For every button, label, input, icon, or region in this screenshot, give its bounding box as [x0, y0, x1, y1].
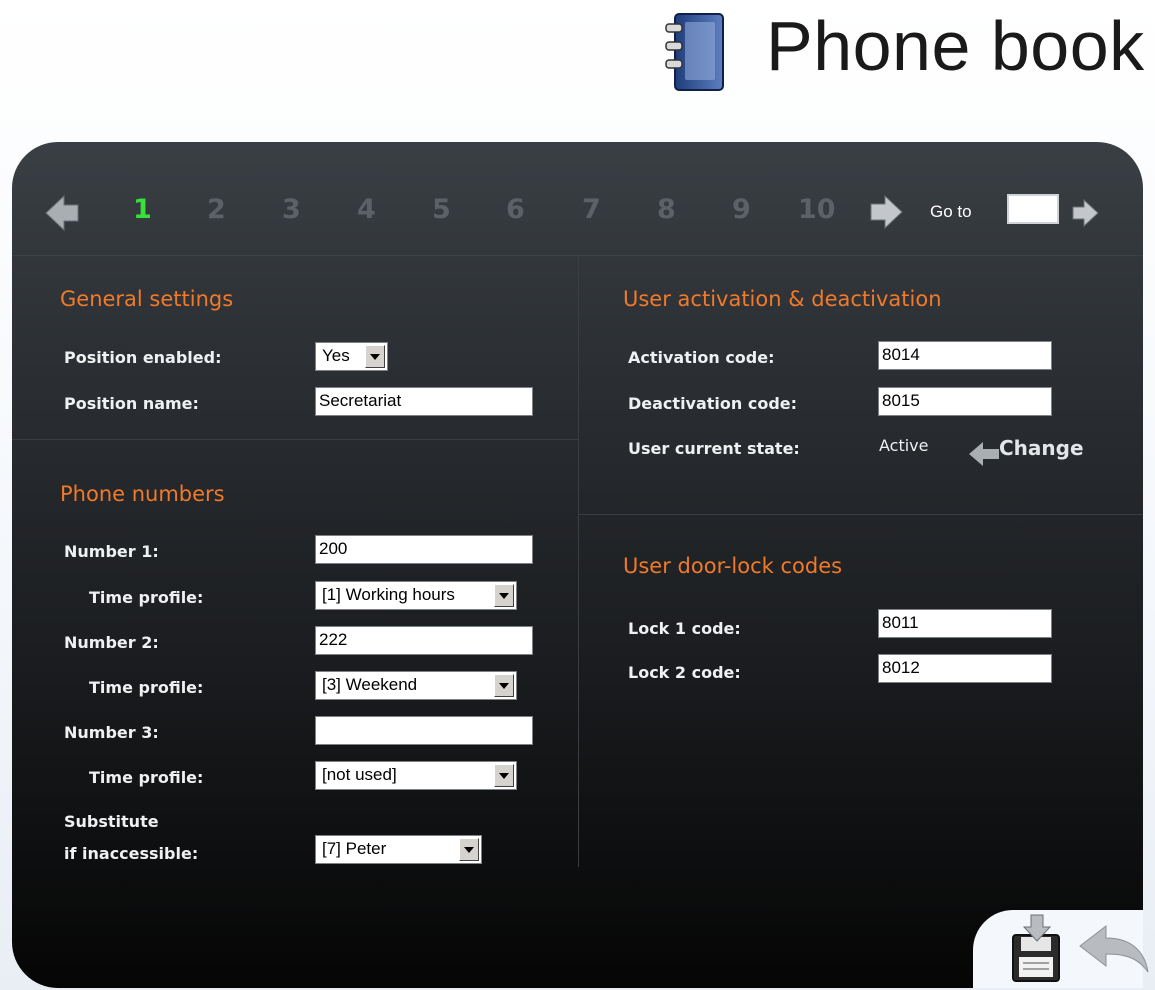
pagination-bar: 1 2 3 4 5 6 7 8 9 10 Go to [12, 142, 1143, 256]
chevron-down-icon[interactable] [494, 584, 514, 607]
time-profile3-label: Time profile: [89, 768, 204, 787]
number3-input[interactable] [315, 716, 533, 745]
back-arrow-icon[interactable] [1078, 922, 1150, 978]
change-state-button[interactable]: Change [967, 436, 1087, 470]
time-profile2-value: [3] Weekend [322, 675, 418, 694]
number1-label: Number 1: [64, 542, 159, 561]
save-icon[interactable] [1011, 913, 1063, 983]
number2-label: Number 2: [64, 633, 159, 652]
page-link-5[interactable]: 5 [432, 194, 451, 225]
time-profile1-select[interactable]: [1] Working hours [315, 581, 517, 610]
deactivation-code-input[interactable]: 8015 [878, 387, 1052, 416]
substitute-value: [7] Peter [322, 839, 387, 858]
lock1-input[interactable]: 8011 [878, 609, 1052, 638]
activation-code-input[interactable]: 8014 [878, 341, 1052, 370]
substitute-select[interactable]: [7] Peter [315, 835, 482, 864]
page-link-10[interactable]: 10 [798, 194, 836, 225]
change-arrow-icon [969, 442, 999, 466]
phone-numbers-title: Phone numbers [60, 482, 225, 506]
number1-input[interactable]: 200 [315, 535, 533, 564]
time-profile2-select[interactable]: [3] Weekend [315, 671, 517, 700]
page-link-3[interactable]: 3 [282, 194, 301, 225]
change-button-label: Change [999, 436, 1084, 460]
number3-label: Number 3: [64, 723, 159, 742]
main-panel: 1 2 3 4 5 6 7 8 9 10 Go to General setti… [12, 142, 1143, 988]
door-lock-title: User door-lock codes [623, 554, 843, 578]
next-page-arrow-icon[interactable] [868, 194, 904, 230]
phonebook-icon [665, 13, 724, 91]
number2-input[interactable]: 222 [315, 626, 533, 655]
section-divider-left [12, 439, 578, 440]
time-profile3-value: [not used] [322, 765, 397, 784]
page-link-7[interactable]: 7 [582, 194, 601, 225]
substitute-label-line1: Substitute [64, 812, 159, 831]
chevron-down-icon[interactable] [494, 764, 514, 787]
position-name-label: Position name: [64, 394, 199, 413]
current-state-label: User current state: [628, 439, 800, 458]
goto-label: Go to [930, 202, 972, 221]
goto-arrow-icon[interactable] [1070, 198, 1100, 228]
page-link-8[interactable]: 8 [657, 194, 676, 225]
page-link-2[interactable]: 2 [207, 194, 226, 225]
goto-page-input[interactable] [1007, 194, 1059, 224]
app-title: Phone book [766, 7, 1145, 85]
header: Phone book [0, 0, 1155, 140]
deactivation-code-label: Deactivation code: [628, 394, 798, 413]
lock2-input[interactable]: 8012 [878, 654, 1052, 683]
position-enabled-label: Position enabled: [64, 348, 222, 367]
page-link-1[interactable]: 1 [133, 194, 152, 225]
page-link-6[interactable]: 6 [506, 194, 525, 225]
lock1-label: Lock 1 code: [628, 619, 741, 638]
chevron-down-icon[interactable] [494, 674, 514, 697]
time-profile2-label: Time profile: [89, 678, 204, 697]
time-profile1-label: Time profile: [89, 588, 204, 607]
column-divider [578, 255, 579, 867]
time-profile1-value: [1] Working hours [322, 585, 455, 604]
chevron-down-icon[interactable] [459, 838, 479, 861]
general-settings-title: General settings [60, 287, 234, 311]
substitute-label-line2: if inaccessible: [64, 844, 199, 863]
page-link-4[interactable]: 4 [357, 194, 376, 225]
user-activation-title: User activation & deactivation [623, 287, 942, 311]
position-enabled-value: Yes [322, 346, 350, 365]
position-name-input[interactable]: Secretariat [315, 387, 533, 416]
lock2-label: Lock 2 code: [628, 663, 741, 682]
section-divider-right [578, 514, 1143, 515]
time-profile3-select[interactable]: [not used] [315, 761, 517, 790]
previous-page-arrow-icon[interactable] [44, 194, 82, 232]
current-state-value: Active [879, 436, 929, 455]
activation-code-label: Activation code: [628, 348, 775, 367]
page-link-9[interactable]: 9 [732, 194, 751, 225]
position-enabled-select[interactable]: Yes [315, 342, 388, 371]
chevron-down-icon[interactable] [365, 345, 385, 368]
